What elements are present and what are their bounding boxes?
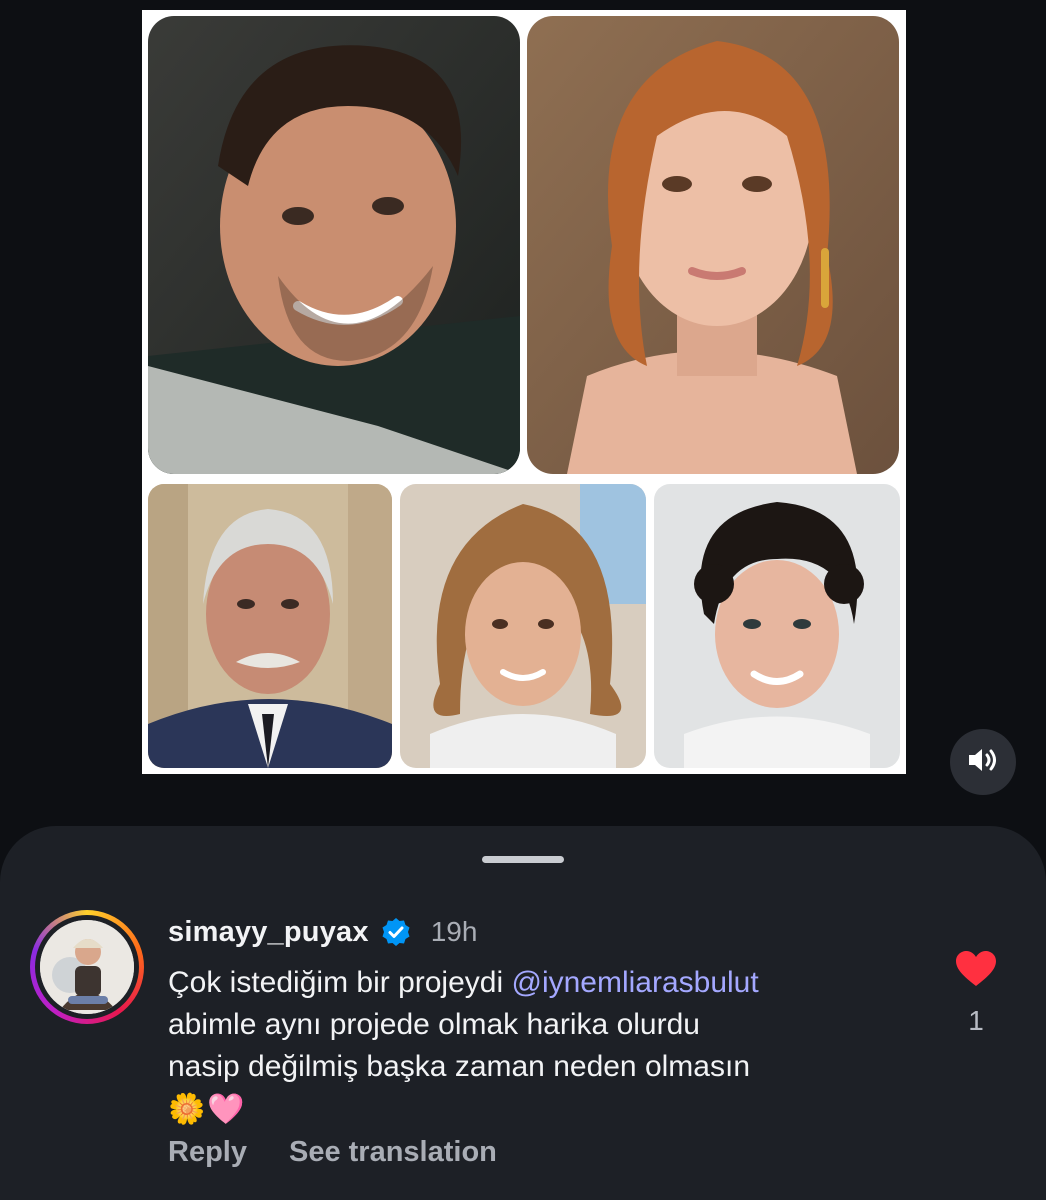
reply-button[interactable]: Reply bbox=[168, 1136, 247, 1169]
man-portrait-photo bbox=[148, 16, 520, 474]
see-translation-button[interactable]: See translation bbox=[289, 1136, 497, 1169]
comment-text: Çok istediğim bir projeydi @iynemliarasb… bbox=[168, 962, 928, 1130]
comment-actions: Reply See translation bbox=[168, 1136, 497, 1169]
comment-line-3: nasip değilmiş başka zaman neden olmasın bbox=[168, 1050, 750, 1083]
like-button[interactable]: 1 bbox=[952, 950, 1000, 1037]
comment-header: simayy_puyax 19h bbox=[168, 910, 477, 954]
avatar-story-ring[interactable] bbox=[30, 910, 144, 1024]
girl-portrait-photo bbox=[400, 484, 646, 768]
comment-line-2: abimle aynı projede olmak harika olurdu bbox=[168, 1008, 700, 1041]
threads-at-icon: @ bbox=[511, 966, 542, 999]
app-screen: simayy_puyax 19h Çok istediğim bir proje… bbox=[0, 0, 1046, 1200]
sound-toggle-button[interactable] bbox=[950, 729, 1016, 795]
comment-username[interactable]: simayy_puyax bbox=[168, 916, 369, 949]
verified-badge-icon bbox=[381, 917, 411, 947]
older-man-portrait-photo bbox=[148, 484, 392, 768]
flower-emoji: 🌼 bbox=[168, 1093, 206, 1126]
post-media[interactable] bbox=[142, 10, 906, 774]
speaker-volume-icon bbox=[967, 746, 999, 779]
boy-portrait-photo bbox=[654, 484, 900, 768]
pink-heart-emoji: 🩷 bbox=[207, 1093, 245, 1126]
like-count: 1 bbox=[968, 1005, 984, 1036]
heart-icon bbox=[955, 951, 997, 992]
comment-timestamp: 19h bbox=[430, 916, 478, 947]
sheet-drag-handle[interactable] bbox=[482, 856, 564, 863]
comment-emojis: 🌼 🩷 bbox=[168, 1090, 928, 1130]
comment-line-1: Çok istediğim bir projeydi @iynemliarasb… bbox=[168, 966, 759, 999]
mention-link[interactable]: iynemliarasbulut bbox=[542, 966, 759, 999]
woman-portrait-photo bbox=[527, 16, 899, 474]
avatar bbox=[40, 920, 134, 1014]
